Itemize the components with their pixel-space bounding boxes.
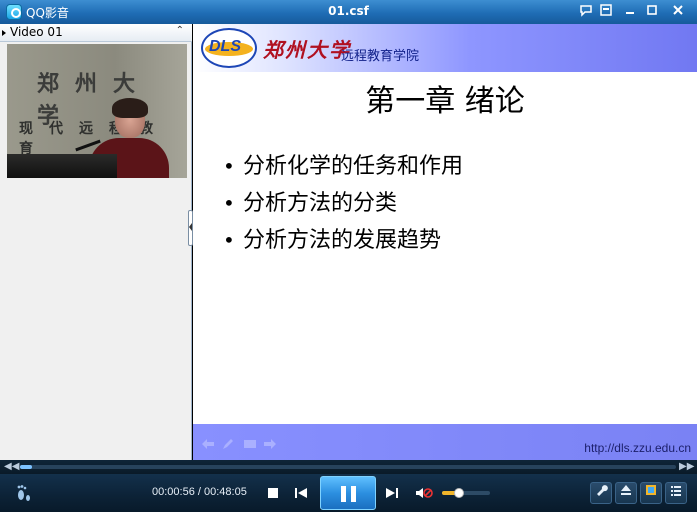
tools-button[interactable] (590, 482, 612, 504)
previous-button[interactable] (290, 482, 312, 504)
chat-icon[interactable] (577, 3, 595, 21)
video-thumbnail[interactable]: 郑州大学 现代远程教育 (7, 44, 187, 178)
previous-icon (295, 488, 307, 498)
bullet-text: 分析方法的分类 (243, 191, 398, 216)
bullet-dot: • (223, 191, 235, 215)
screen-mode-icon (646, 485, 656, 495)
stop-icon (268, 488, 278, 498)
footprint-icon[interactable] (16, 484, 32, 502)
bullet-list: • 分析化学的任务和作用 • 分析方法的分类 • 分析方法的发展趋势 (223, 148, 463, 259)
speaker-muted-icon (416, 488, 433, 498)
close-icon[interactable] (669, 3, 687, 21)
maximize-icon[interactable] (643, 3, 661, 21)
video-panel-header[interactable]: Video 01 ⌃ (0, 24, 192, 42)
slide-title: 第一章 绪论 (365, 84, 525, 119)
app-name: QQ影音 (26, 6, 69, 20)
wrench-icon (597, 485, 608, 496)
volume-knob[interactable] (453, 488, 464, 498)
bullet-item: • 分析方法的发展趋势 (223, 222, 463, 259)
next-button[interactable] (381, 482, 403, 504)
slide-footer: http://dls.zzu.edu.cn (193, 424, 697, 460)
footer-url: http://dls.zzu.edu.cn (584, 441, 691, 455)
qq-player-logo-icon (6, 4, 22, 20)
pause-icon (351, 486, 356, 502)
presenter-hair (112, 98, 148, 118)
back-arrow-icon[interactable] (201, 438, 215, 454)
pen-icon[interactable] (221, 438, 235, 454)
control-bar: 00:00:56 / 00:48:05 (0, 474, 697, 512)
seek-bar[interactable]: ◀◀ ▶▶ (0, 460, 697, 474)
rewind-icon[interactable]: ◀◀ (4, 460, 19, 474)
expand-triangle-icon[interactable] (2, 30, 6, 36)
mute-button[interactable] (413, 482, 435, 504)
pause-icon (341, 486, 346, 502)
next-icon (386, 488, 398, 498)
skin-icon[interactable] (597, 3, 615, 21)
video-list-panel: Video 01 ⌃ 郑州大学 现代远程教育 (0, 24, 192, 460)
fast-forward-icon[interactable]: ▶▶ (679, 460, 694, 474)
school-name: 远程教育学院 (341, 49, 420, 64)
podium (7, 154, 117, 178)
slide-area: DLS 郑州大学 远程教育学院 第一章 绪论 • 分析化学的任务和作用 • 分析方法… (193, 24, 697, 460)
open-file-button[interactable] (615, 482, 637, 504)
bullet-item: • 分析方法的分类 (223, 185, 463, 222)
screen-mode-button[interactable] (640, 482, 662, 504)
time-display: 00:00:56 / 00:48:05 (152, 486, 247, 498)
pause-button[interactable] (320, 476, 376, 510)
bullet-text: 分析化学的任务和作用 (243, 154, 464, 179)
minimize-icon[interactable] (621, 3, 639, 21)
collapse-chevron-icon[interactable]: ⌃ (176, 25, 184, 36)
bullet-dot: • (223, 228, 235, 252)
playlist-icon (671, 486, 681, 496)
bullet-item: • 分析化学的任务和作用 (223, 148, 463, 185)
bullet-text: 分析方法的发展趋势 (243, 228, 442, 253)
slide-header: DLS 郑州大学 远程教育学院 (193, 24, 697, 72)
seek-progress (20, 465, 33, 469)
dls-logo: DLS (201, 28, 257, 68)
seek-track[interactable] (20, 465, 676, 469)
title-bar[interactable]: QQ影音 01.csf (0, 0, 697, 24)
stop-button[interactable] (262, 482, 284, 504)
forward-arrow-icon[interactable] (263, 438, 277, 454)
screen-icon[interactable] (243, 438, 257, 454)
video-panel-title: Video 01 (10, 25, 63, 39)
volume-slider[interactable] (442, 488, 490, 498)
eject-icon (621, 485, 631, 495)
dls-logo-text: DLS (209, 38, 241, 55)
playlist-button[interactable] (665, 482, 687, 504)
university-name: 郑州大学 (263, 38, 351, 62)
bullet-dot: • (223, 154, 235, 178)
